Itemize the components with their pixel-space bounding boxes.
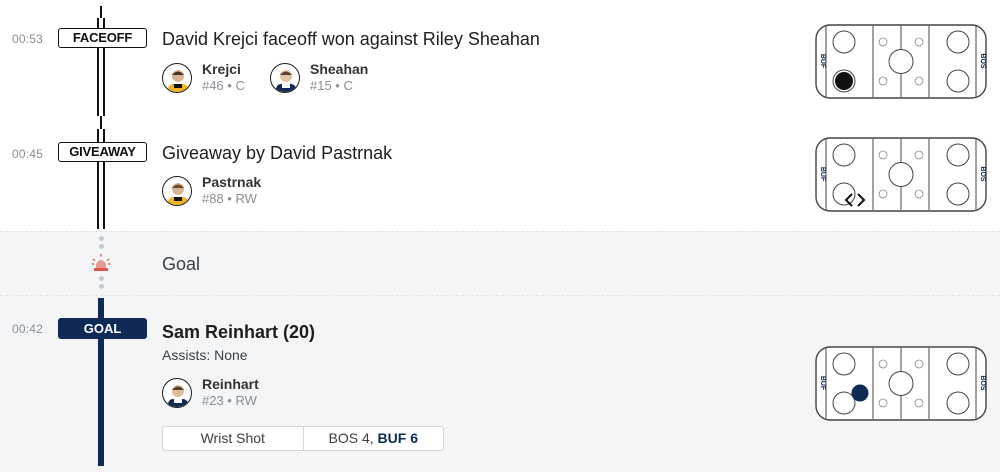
player-avatar <box>162 176 192 206</box>
goal-alert-row <box>0 231 1000 296</box>
giveaway-badge: GIVEAWAY <box>58 142 147 162</box>
event-time: 00:53 <box>12 32 44 46</box>
score-prefix: BOS 4, <box>328 430 378 446</box>
timeline-dot <box>99 276 104 281</box>
timeline-dot <box>99 244 104 249</box>
puck-marker <box>851 384 869 402</box>
rink-team-right: BOS <box>979 375 986 391</box>
rink-team-right: BOS <box>979 53 986 69</box>
player-name: Sheahan <box>310 61 369 77</box>
player-chip[interactable]: Sheahan #15 • C <box>270 61 380 95</box>
rink-team-left: BUF <box>819 54 826 69</box>
player-number-position: #88 • RW <box>202 191 257 206</box>
rink-diagram: BUF BOS <box>815 346 987 421</box>
player-chip[interactable]: Reinhart #23 • RW <box>162 376 282 410</box>
rink-team-left: BUF <box>819 167 826 182</box>
goal-alert-label: Goal <box>162 254 201 274</box>
event-time: 00:45 <box>12 147 44 161</box>
event-title: Giveaway by David Pastrnak <box>162 143 393 163</box>
player-avatar <box>270 63 300 93</box>
timeline-dot <box>99 236 104 241</box>
goal-siren-icon <box>91 253 111 273</box>
event-time: 00:42 <box>12 322 44 336</box>
player-chip[interactable]: Krejci #46 • C <box>162 61 272 95</box>
rink-team-right: BOS <box>979 166 986 182</box>
score-scoring-team: BUF 6 <box>377 430 418 446</box>
timeline-dot <box>99 284 104 289</box>
player-number-position: #23 • RW <box>202 393 257 408</box>
puck-marker <box>835 72 853 90</box>
event-title: Sam Reinhart (20) <box>162 322 316 342</box>
player-avatar <box>162 63 192 93</box>
player-name: Pastrnak <box>202 174 262 190</box>
goal-badge: GOAL <box>58 318 147 339</box>
event-title: David Krejci faceoff won against Riley S… <box>162 29 540 49</box>
player-number-position: #46 • C <box>202 78 245 93</box>
player-avatar <box>162 378 192 408</box>
rink-team-left: BUF <box>819 376 826 391</box>
player-name: Reinhart <box>202 376 259 392</box>
rink-diagram: BUF BOS <box>815 137 987 212</box>
shot-type: Wrist Shot <box>200 430 265 446</box>
rink-diagram: BUF BOS <box>815 24 987 99</box>
player-number-position: #15 • C <box>310 78 353 93</box>
faceoff-badge: FACEOFF <box>58 28 147 48</box>
player-chip[interactable]: Pastrnak #88 • RW <box>162 174 282 208</box>
score-after-goal: BOS 4, BUF 6 <box>302 427 444 450</box>
assists-text: Assists: None <box>162 347 248 363</box>
timeline-rail <box>100 116 102 130</box>
player-name: Krejci <box>202 61 241 77</box>
shot-details-box: Wrist Shot BOS 4, BUF 6 <box>162 426 444 451</box>
